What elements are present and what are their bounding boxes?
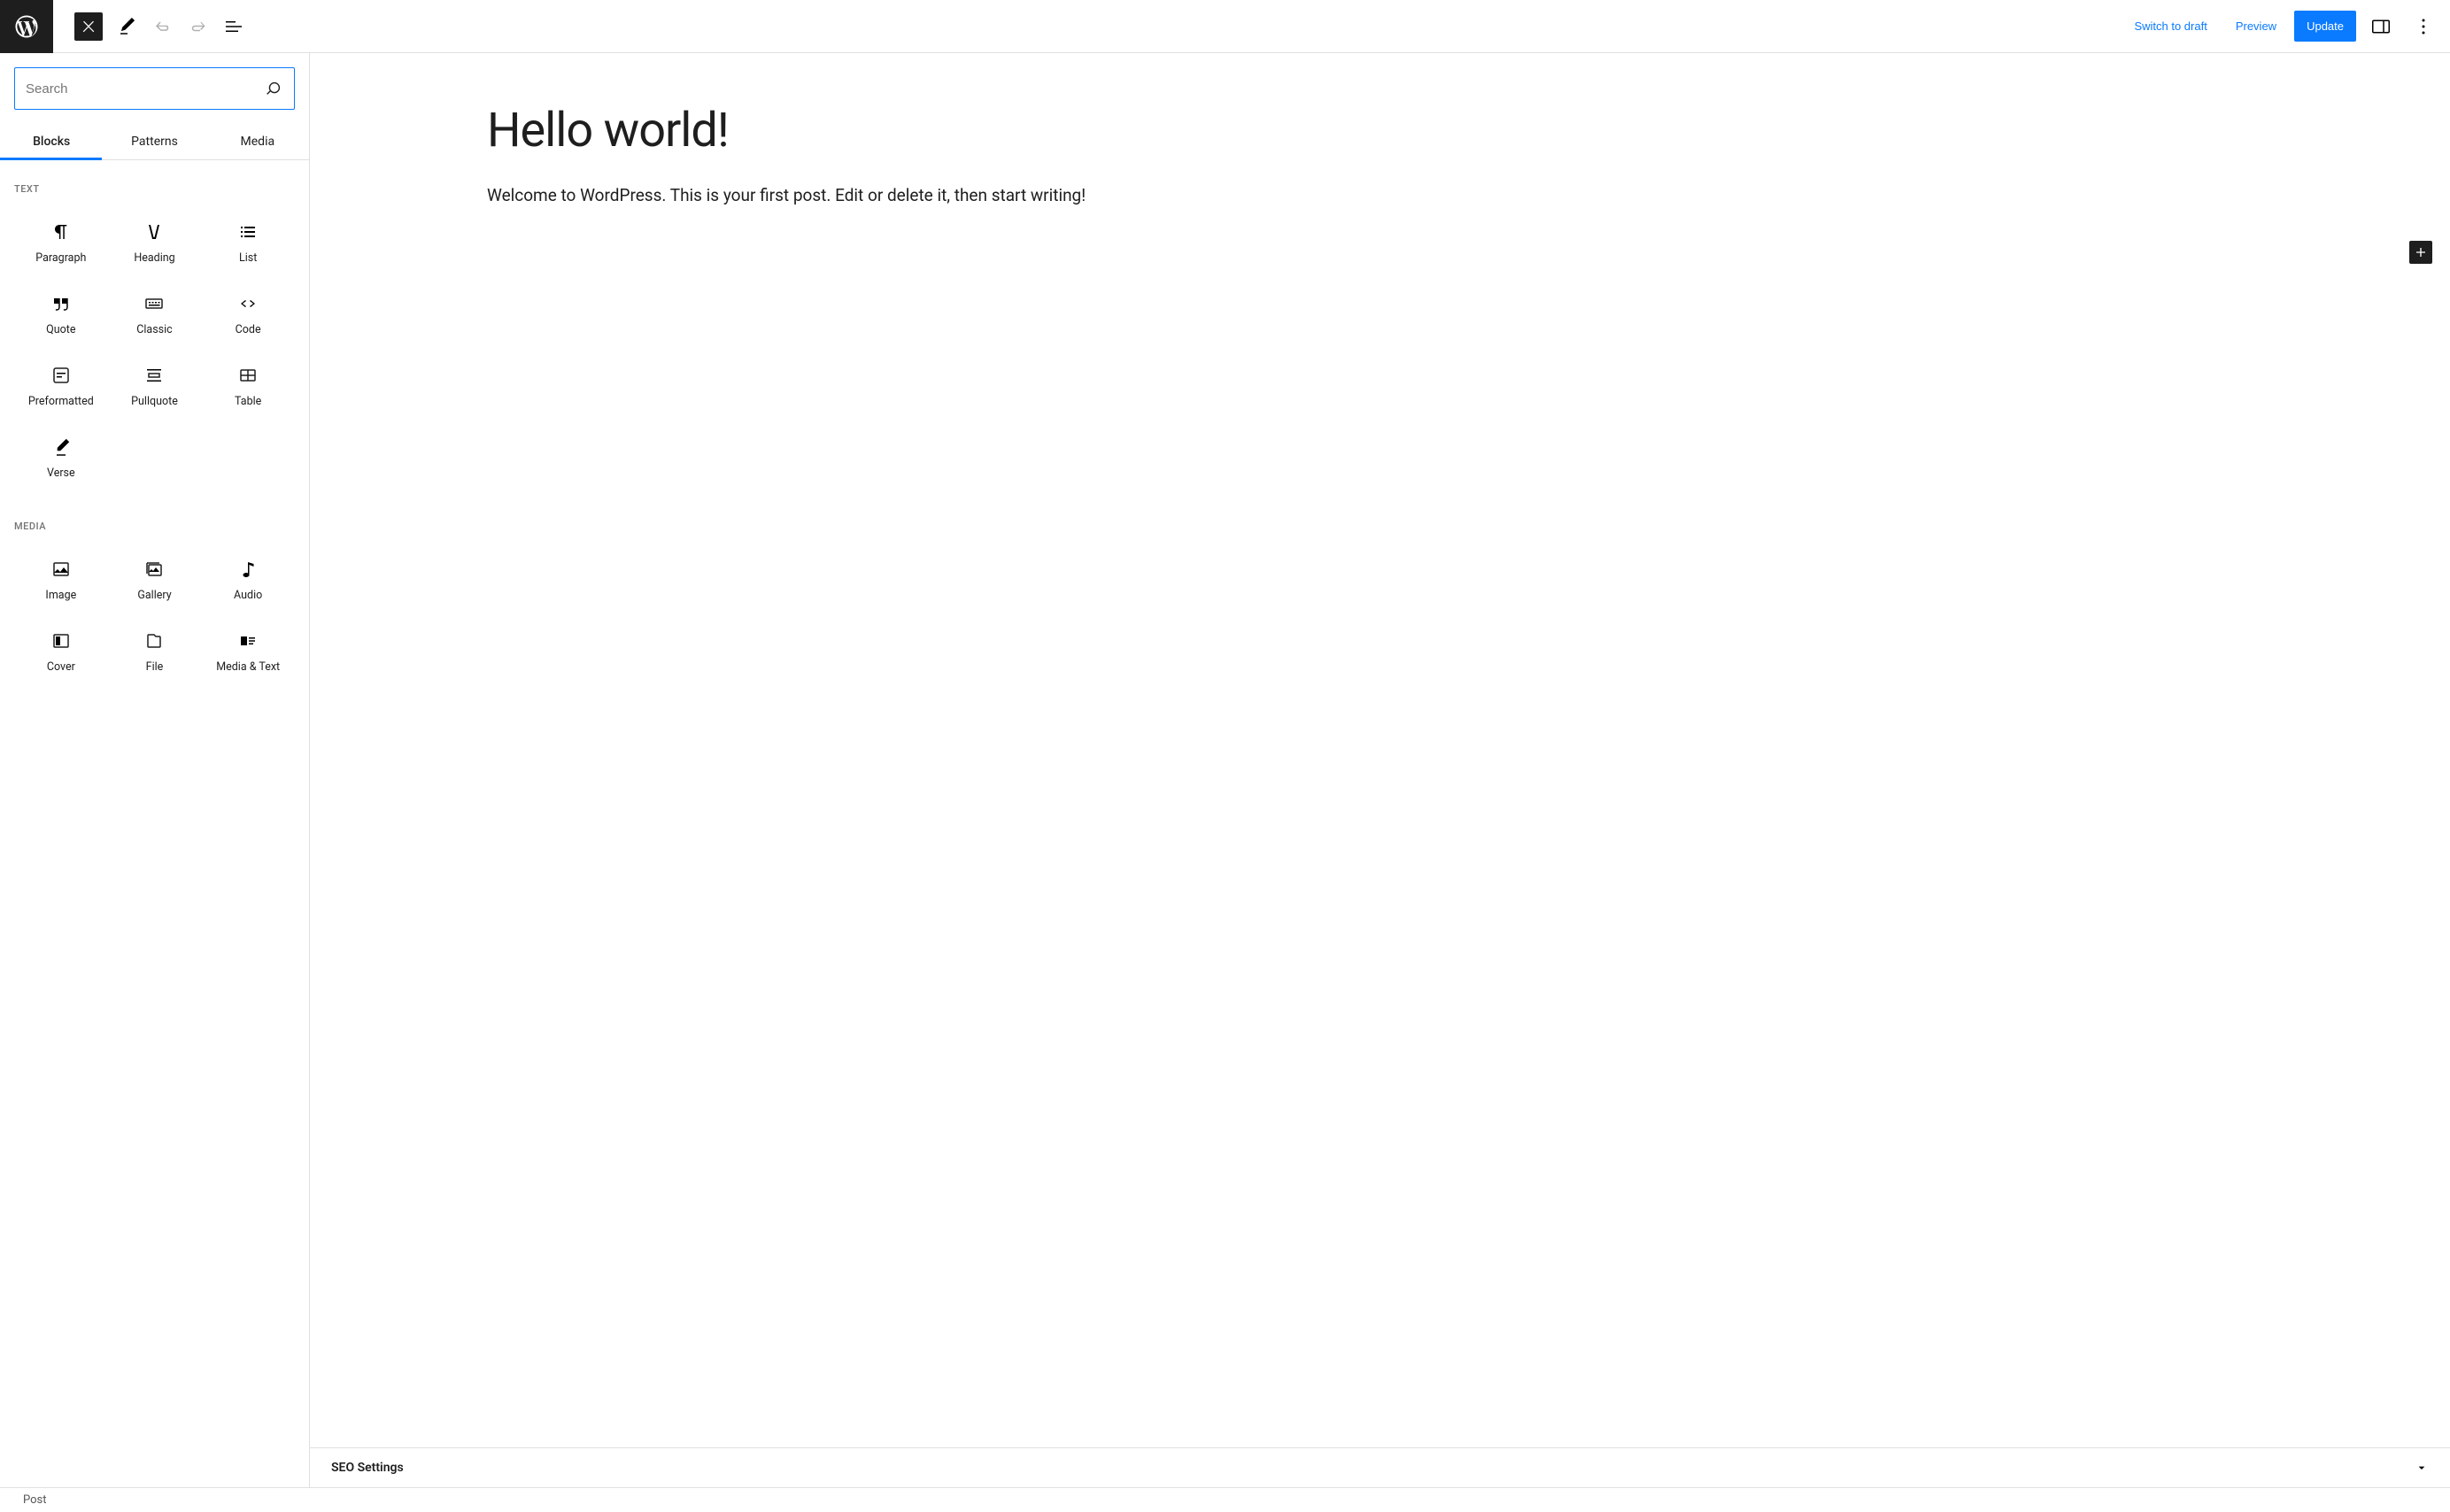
block-label: Classic [136,323,172,336]
update-button[interactable]: Update [2294,11,2356,42]
sidebar-icon [2370,16,2392,37]
switch-to-draft-button[interactable]: Switch to draft [2123,12,2217,40]
verse-icon [50,436,72,458]
text-blocks-grid: Paragraph Heading List Quote Classic Cod… [14,207,295,494]
search-icon [264,79,283,98]
add-block-button[interactable] [2409,241,2432,264]
file-icon [143,630,165,652]
tab-blocks[interactable]: Blocks [0,124,103,159]
plus-icon [2412,243,2430,261]
breadcrumb-footer: Post [0,1487,2450,1512]
post-title[interactable]: Hello world! [487,103,2450,158]
document-overview-button[interactable] [216,9,251,44]
block-inserter-panel: Blocks Patterns Media Text Paragraph Hea… [0,53,310,1487]
editor-body: Blocks Patterns Media Text Paragraph Hea… [0,53,2450,1487]
breadcrumb[interactable]: Post [23,1493,47,1507]
top-toolbar: Switch to draft Preview Update [0,0,2450,53]
block-quote[interactable]: Quote [14,279,108,351]
toolbar-left [0,0,251,52]
more-vertical-icon [2413,16,2434,37]
canvas-content[interactable]: Hello world! Welcome to WordPress. This … [310,53,2450,1447]
wordpress-icon [13,13,40,40]
gallery-icon [143,559,165,580]
toolbar-right: Switch to draft Preview Update [2123,9,2441,44]
heading-icon [143,221,165,243]
inserter-scroll[interactable]: Text Paragraph Heading List Quote Classi… [0,160,309,1487]
category-media-label: Media [14,521,295,532]
paragraph-icon [50,221,72,243]
block-label: Preformatted [28,395,94,408]
block-label: Heading [134,251,174,265]
tab-media[interactable]: Media [206,124,309,159]
block-classic[interactable]: Classic [108,279,202,351]
media-blocks-grid: Image Gallery Audio Cover File Media & T… [14,544,295,688]
seo-settings-panel[interactable]: SEO Settings [310,1447,2450,1487]
media-text-icon [237,630,259,652]
block-pullquote[interactable]: Pullquote [108,351,202,422]
block-image[interactable]: Image [14,544,108,616]
block-label: Media & Text [216,660,280,674]
close-icon [80,18,97,35]
redo-icon [188,16,209,37]
block-paragraph[interactable]: Paragraph [14,207,108,279]
chevron-down-icon [2415,1461,2429,1475]
image-icon [50,559,72,580]
seo-panel-title: SEO Settings [331,1461,404,1475]
pencil-icon [117,16,138,37]
search-field[interactable] [14,67,295,110]
classic-icon [143,293,165,314]
code-icon [237,293,259,314]
block-label: List [239,251,257,265]
undo-button[interactable] [145,9,181,44]
wordpress-logo[interactable] [0,0,53,53]
block-label: Code [236,323,261,336]
table-icon [237,365,259,386]
block-label: Paragraph [35,251,86,265]
block-label: File [146,660,164,674]
block-file[interactable]: File [108,616,202,688]
block-label: Table [235,395,261,408]
block-gallery[interactable]: Gallery [108,544,202,616]
block-label: Quote [46,323,75,336]
block-verse[interactable]: Verse [14,422,108,494]
tools-button[interactable] [110,9,145,44]
block-cover[interactable]: Cover [14,616,108,688]
block-list[interactable]: List [201,207,295,279]
list-icon [237,221,259,243]
block-audio[interactable]: Audio [201,544,295,616]
pullquote-icon [143,365,165,386]
tab-patterns[interactable]: Patterns [103,124,205,159]
block-label: Cover [47,660,75,674]
block-table[interactable]: Table [201,351,295,422]
block-label: Image [45,589,76,602]
audio-icon [237,559,259,580]
inserter-tabs: Blocks Patterns Media [0,124,309,160]
block-media-text[interactable]: Media & Text [201,616,295,688]
search-input[interactable] [26,81,264,96]
preview-button[interactable]: Preview [2225,12,2287,40]
preformatted-icon [50,365,72,386]
block-label: Audio [234,589,262,602]
undo-icon [152,16,174,37]
post-paragraph[interactable]: Welcome to WordPress. This is your first… [487,183,1213,209]
category-text-label: Text [14,183,295,195]
options-button[interactable] [2406,9,2441,44]
editor-canvas: Hello world! Welcome to WordPress. This … [310,53,2450,1487]
list-view-icon [223,16,244,37]
close-inserter-button[interactable] [74,12,103,41]
block-label: Pullquote [131,395,178,408]
redo-button[interactable] [181,9,216,44]
settings-sidebar-button[interactable] [2363,9,2399,44]
block-heading[interactable]: Heading [108,207,202,279]
block-label: Verse [47,467,75,480]
block-code[interactable]: Code [201,279,295,351]
block-preformatted[interactable]: Preformatted [14,351,108,422]
block-label: Gallery [137,589,171,602]
search-wrap [0,53,309,124]
cover-icon [50,630,72,652]
quote-icon [50,293,72,314]
